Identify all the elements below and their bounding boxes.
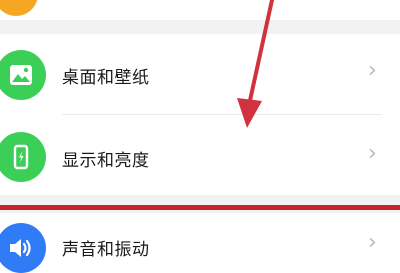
settings-item-sound-vibration[interactable]: 声音和振动 ›	[0, 213, 400, 273]
settings-item-label: 显示和亮度	[62, 151, 150, 171]
wallpaper-icon	[0, 50, 46, 100]
chevron-right-icon: ›	[368, 230, 377, 255]
display-brightness-icon	[0, 132, 46, 182]
chevron-right-icon: ›	[368, 58, 377, 83]
settings-item-display-brightness[interactable]: 显示和亮度 ›	[0, 115, 400, 195]
settings-item-label: 声音和振动	[62, 240, 150, 260]
partial-settings-item[interactable]	[0, 0, 400, 20]
section-gap	[0, 195, 400, 213]
settings-app-icon	[0, 0, 38, 16]
annotation-underline	[0, 205, 400, 210]
settings-item-wallpaper[interactable]: 桌面和壁纸 ›	[0, 34, 400, 114]
settings-item-label: 桌面和壁纸	[62, 68, 150, 88]
chevron-right-icon: ›	[368, 141, 377, 166]
section-gap	[0, 20, 400, 34]
speaker-icon	[0, 223, 46, 273]
